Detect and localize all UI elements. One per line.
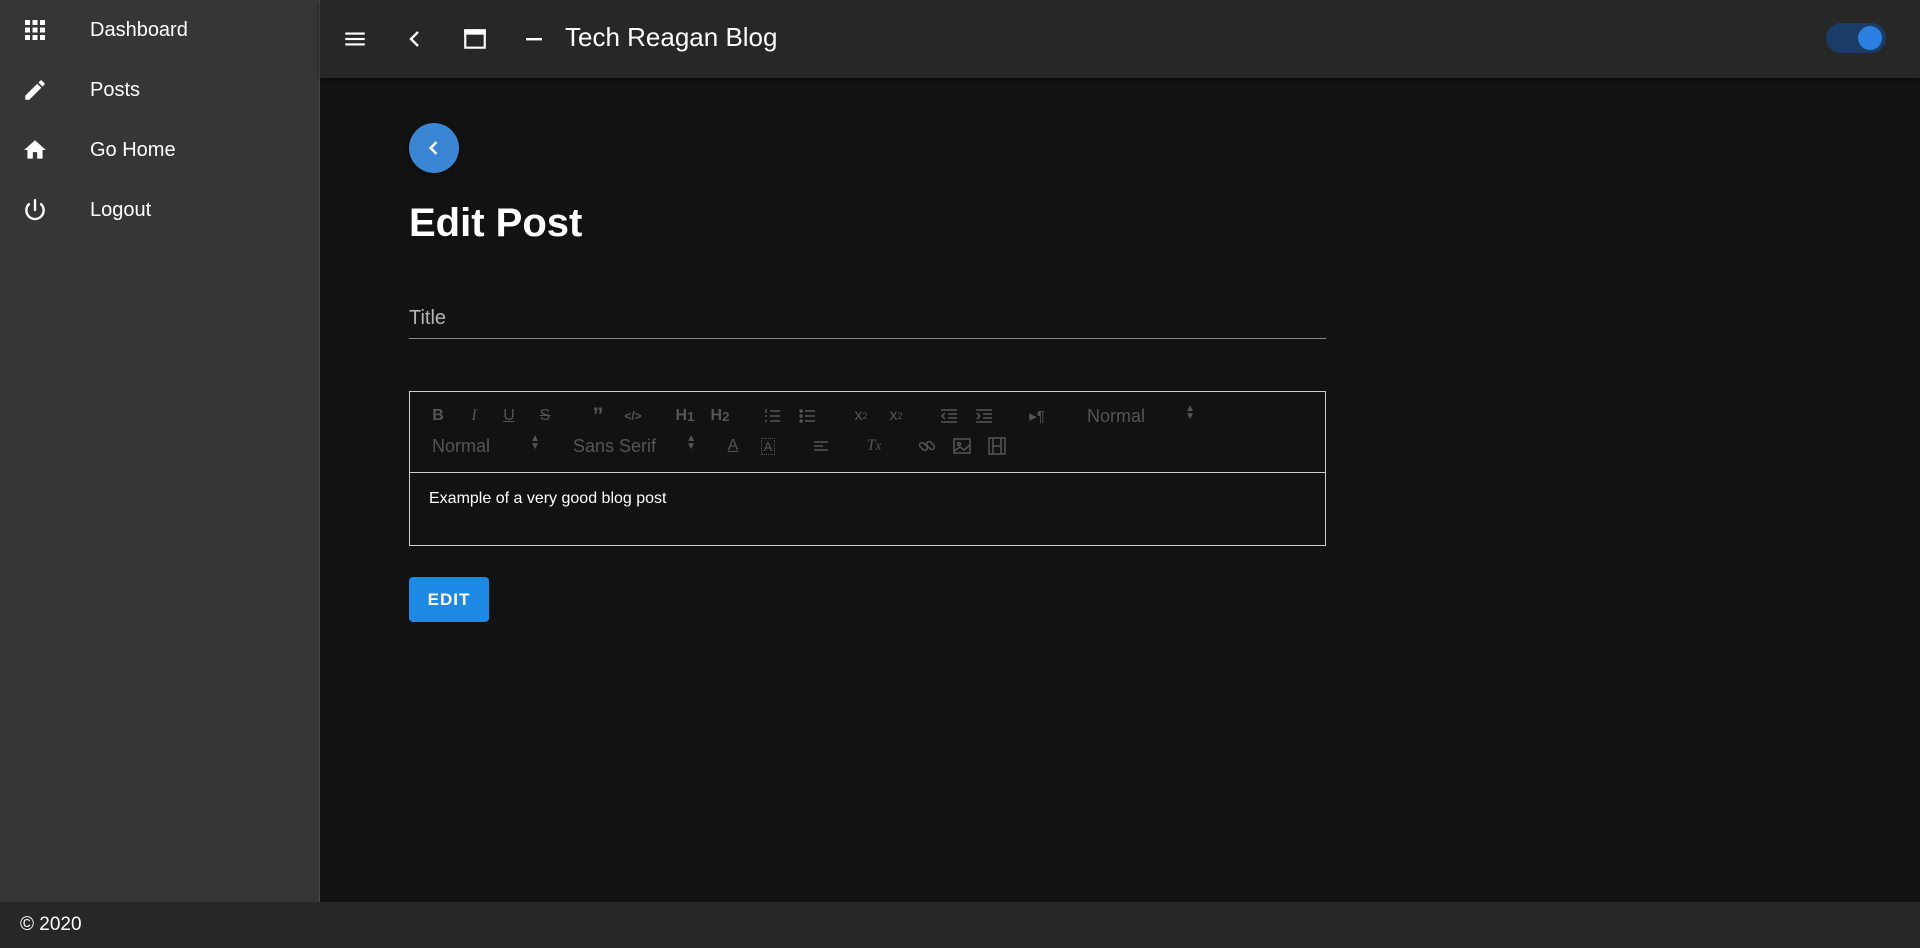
sidebar-item-label: Posts — [90, 78, 141, 101]
sidebar-item-label: Dashboard — [90, 18, 188, 41]
bullet-list-icon[interactable] — [794, 404, 822, 428]
chevron-left-icon — [428, 141, 438, 155]
editor-toolbar: B I U S ” </> H1 H2 x2 x2 ▸¶ Normal ▲ ▼ N… — [410, 392, 1325, 473]
chevron-left-icon[interactable] — [395, 19, 435, 59]
outdent-icon[interactable] — [935, 404, 963, 428]
italic-icon[interactable]: I — [460, 404, 488, 428]
header-1-icon[interactable]: H1 — [671, 404, 699, 428]
video-icon[interactable] — [983, 434, 1011, 458]
ordered-list-icon[interactable] — [759, 404, 787, 428]
chevron-updown-icon: ▲ ▼ — [1185, 403, 1195, 422]
grid-icon — [0, 0, 70, 60]
underline-icon[interactable]: U — [495, 404, 523, 428]
sidebar: Dashboard Posts Go Home Logout — [0, 0, 320, 902]
header-picker[interactable]: Normal ▲ ▼ — [1087, 404, 1195, 428]
sidebar-item-label: Go Home — [90, 138, 176, 161]
text-direction-icon[interactable]: ▸¶ — [1023, 404, 1051, 428]
sidebar-item-dashboard[interactable]: Dashboard — [0, 0, 319, 60]
code-block-icon[interactable]: </> — [619, 404, 647, 428]
sidebar-item-logout[interactable]: Logout — [0, 180, 319, 240]
header-picker-label: Normal — [1087, 405, 1146, 426]
size-picker[interactable]: Normal ▲ ▼ — [432, 434, 540, 458]
menu-icon[interactable] — [335, 19, 375, 59]
superscript-icon[interactable]: x2 — [882, 404, 910, 428]
toggle-knob — [1858, 26, 1882, 50]
sidebar-item-label: Logout — [90, 198, 152, 221]
copyright-text: © 2020 — [20, 914, 82, 935]
back-button[interactable] — [409, 123, 459, 173]
header-2-icon[interactable]: H2 — [706, 404, 734, 428]
clear-format-icon[interactable]: Tx — [860, 434, 888, 458]
font-picker[interactable]: Sans Serif ▲ ▼ — [573, 434, 696, 458]
chevron-updown-icon: ▲ ▼ — [530, 433, 540, 452]
font-picker-label: Sans Serif — [573, 435, 657, 456]
home-icon — [0, 120, 70, 180]
blockquote-icon[interactable]: ” — [584, 403, 612, 428]
chevron-updown-icon: ▲ ▼ — [686, 433, 696, 452]
text-color-icon[interactable]: A — [719, 434, 747, 458]
editor-content[interactable]: Example of a very good blog post — [410, 473, 1325, 525]
image-icon[interactable] — [948, 434, 976, 458]
dark-mode-toggle[interactable] — [1826, 20, 1886, 56]
window-icon[interactable] — [455, 19, 495, 59]
title-input[interactable] — [409, 300, 1326, 336]
page-title: Edit Post — [409, 201, 583, 245]
align-icon[interactable] — [807, 434, 835, 458]
footer: © 2020 — [0, 902, 1920, 948]
edit-button[interactable]: EDIT — [409, 577, 489, 622]
power-icon — [0, 180, 70, 240]
subscript-icon[interactable]: x2 — [847, 404, 875, 428]
sidebar-item-posts[interactable]: Posts — [0, 60, 319, 120]
strikethrough-icon[interactable]: S — [531, 404, 559, 428]
link-icon[interactable] — [913, 434, 941, 458]
background-color-icon[interactable]: A — [754, 434, 782, 458]
rich-text-editor: B I U S ” </> H1 H2 x2 x2 ▸¶ Normal ▲ ▼ N… — [409, 391, 1326, 546]
bold-icon[interactable]: B — [424, 404, 452, 428]
sidebar-item-go-home[interactable]: Go Home — [0, 120, 319, 180]
title-field — [409, 300, 1326, 339]
indent-icon[interactable] — [970, 404, 998, 428]
app-title: Tech Reagan Blog — [565, 22, 778, 52]
top-app-bar: Tech Reagan Blog — [320, 0, 1920, 78]
size-picker-label: Normal — [432, 435, 491, 456]
minimize-icon[interactable] — [514, 19, 554, 59]
pencil-icon — [0, 60, 70, 120]
